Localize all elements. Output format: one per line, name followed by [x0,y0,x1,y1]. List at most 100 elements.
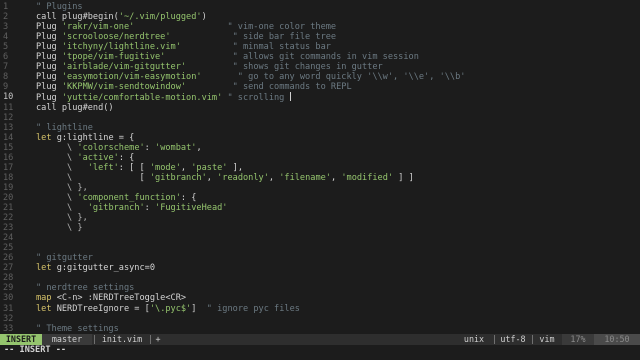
code-line[interactable]: 29 " nerdtree settings [0,283,640,293]
file-name: init.vim [101,334,143,344]
code-token: let [36,132,57,143]
line-text: \ }, [36,213,88,223]
line-text: \ 'colorscheme': 'wombat', [36,143,202,153]
code-line[interactable]: 33 " Theme settings [0,324,640,334]
code-line[interactable]: 16 \ 'active': { [0,153,640,163]
code-token: " side bar file tree [170,32,337,43]
code-line[interactable]: 10 Plug 'yuttie/comfortable-motion.vim' "… [0,92,640,103]
code-token: call plug#end() [36,102,114,113]
code-line[interactable]: 11 call plug#end() [0,103,640,113]
code-token: ) [201,12,207,23]
editor-buffer[interactable]: 1 " Plugins 2 call plug#begin('~/.vim/plugg… [0,0,640,334]
line-number: 31 [3,303,14,314]
code-token: , [330,172,342,183]
code-line[interactable]: 21 \ 'gitbranch': 'FugitiveHead' [0,203,640,213]
code-token: Plug [36,32,62,43]
code-line[interactable]: 4 Plug 'scrooloose/nerdtree' " side bar f… [0,32,640,42]
code-line[interactable]: 26 " gitgutter [0,253,640,263]
code-line[interactable]: 12 [0,113,640,123]
scroll-percent: 17% [562,334,594,345]
code-token: 'mode' [149,162,181,173]
code-token: 'tpope/vim-fugitive' [61,52,166,63]
line-number: 7 [3,62,9,73]
code-token: " ignore pyc files [206,303,300,314]
code-token: Plug [36,42,62,53]
code-token: \ [36,162,88,173]
mode-indicator: INSERT [0,334,42,345]
code-line[interactable]: 9 Plug 'KKPMW/vim-sendtowindow' " send co… [0,82,640,92]
line-text: \ 'component_function': { [36,193,196,203]
code-line[interactable]: 20 \ 'component_function': { [0,193,640,203]
code-token: \ [36,152,78,163]
code-token: \ [36,192,78,203]
code-token: \ [36,142,78,153]
line-text: Plug 'easymotion/vim-easymotion' " go to… [36,72,465,82]
code-line[interactable]: 5 Plug 'itchyny/lightline.vim' " minmal s… [0,42,640,52]
text-cursor [289,92,291,102]
file-format: unix [463,334,485,344]
line-text: Plug 'scrooloose/nerdtree' " side bar fi… [36,32,336,42]
code-token: let [36,263,57,274]
code-line[interactable]: 2 call plug#begin('~/.vim/plugged') [0,12,640,22]
code-token: \ } [36,223,83,234]
line-text: Plug 'KKPMW/vim-sendtowindow' " send com… [36,82,352,92]
code-line[interactable]: 25 [0,243,640,253]
line-number: 19 [3,182,14,193]
code-token: g:lightline = { [56,132,135,143]
code-line[interactable]: 28 [0,273,640,283]
code-line[interactable]: 3 Plug 'rakr/vim-one' " vim-one color the… [0,22,640,32]
code-token: , [268,172,280,183]
code-token: " Plugins [36,2,83,12]
line-number: 10 [3,92,14,103]
code-token: : [ [ [118,162,150,173]
code-token: : { [118,152,135,163]
code-token: Plug [36,22,62,33]
code-line[interactable]: 27 let g:gitgutter_async=0 [0,263,640,273]
code-token: 'airblade/vim-gitgutter' [61,62,187,73]
code-token: : { [180,192,197,203]
code-token: " gitgutter [36,253,93,264]
code-token: : [144,203,156,213]
line-number: 21 [3,203,14,213]
code-token: ], [227,162,243,173]
code-token: 'KKPMW/vim-sendtowindow' [61,82,187,93]
line-number: 33 [3,323,14,334]
code-line[interactable]: 1 " Plugins [0,2,640,12]
code-line[interactable]: 32 [0,314,640,324]
code-line[interactable]: 18 \ [ 'gitbranch', 'readonly', 'filenam… [0,173,640,183]
line-text: let NERDTreeIgnore = ['\.pyc$'] " ignore… [36,304,300,314]
code-line[interactable]: 22 \ }, [0,213,640,223]
code-token: \ }, [36,213,88,224]
code-line[interactable]: 17 \ 'left': [ [ 'mode', 'paste' ], [0,163,640,173]
code-line[interactable]: 6 Plug 'tpope/vim-fugitive' " allows git … [0,52,640,62]
code-line[interactable]: 8 Plug 'easymotion/vim-easymotion' " go t… [0,72,640,82]
code-token: 'gitbranch' [87,203,145,213]
code-token: 'component_function' [77,192,181,203]
code-token: 'FugitiveHead' [155,203,228,213]
line-number: 3 [3,22,9,33]
code-line[interactable]: 30 map <C-n> :NERDTreeToggle<CR> [0,293,640,303]
command-line[interactable]: -- INSERT -- [0,345,640,356]
code-token: , [206,172,218,183]
code-line[interactable]: 24 [0,233,640,243]
line-number: 11 [3,102,14,113]
line-number: 9 [3,82,9,93]
line-number: 4 [3,32,9,43]
line-text: \ 'active': { [36,153,134,163]
code-line[interactable]: 23 \ } [0,223,640,233]
code-token: \ [36,203,88,213]
line-number: 6 [3,52,9,63]
line-text: call plug#begin('~/.vim/plugged') [36,12,207,22]
code-line[interactable]: 15 \ 'colorscheme': 'wombat', [0,143,640,153]
code-token: 'paste' [191,162,228,173]
file-type: vim [539,334,555,344]
code-line[interactable]: 31 let NERDTreeIgnore = ['\.pyc$'] " igno… [0,304,640,314]
line-text: call plug#end() [36,103,114,113]
code-line[interactable]: 13 " lightline [0,123,640,133]
line-number: 14 [3,132,14,143]
code-line[interactable]: 14 let g:lightline = { [0,133,640,143]
code-token: 'scrooloose/nerdtree' [61,32,171,43]
code-token: 'colorscheme' [77,142,145,153]
code-line[interactable]: 7 Plug 'airblade/vim-gitgutter' " shows g… [0,62,640,72]
code-line[interactable]: 19 \ }, [0,183,640,193]
